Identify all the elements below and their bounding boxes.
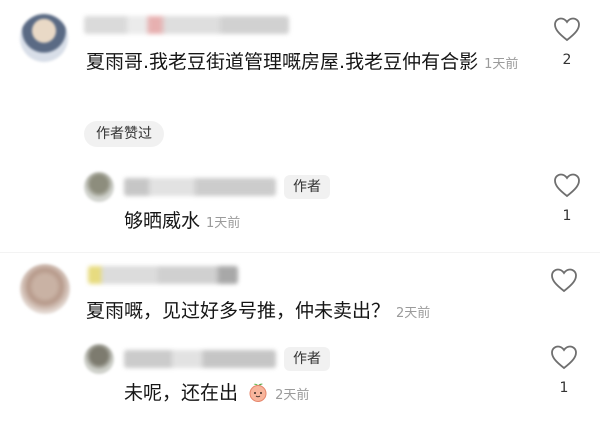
like-count: 1 <box>559 380 569 396</box>
heart-icon <box>551 345 577 370</box>
reply-body: 未呢，还在出 <box>124 382 239 404</box>
like-count: 2 <box>562 52 572 68</box>
comment-text: 夏雨哥.我老豆街道管理嘅房屋.我老豆仲有合影 1天前 <box>86 47 526 80</box>
reply-text: 未呢，还在出 2天前 <box>124 378 309 412</box>
avatar[interactable] <box>20 264 70 314</box>
like-button[interactable]: 2 <box>547 16 587 68</box>
reply-time: 1天前 <box>206 216 241 231</box>
comment-text: 夏雨嘅，见过好多号推，仲未卖出？ 2天前 <box>86 296 526 329</box>
heart-icon <box>554 173 580 198</box>
comment-body: 夏雨嘅，见过好多号推，仲未卖出？ <box>86 300 391 322</box>
author-badge: 作者 <box>284 175 330 199</box>
heart-icon <box>554 17 580 42</box>
username-blurred[interactable] <box>124 178 276 196</box>
avatar[interactable] <box>20 14 68 62</box>
author-liked-tag: 作者赞过 <box>84 121 164 147</box>
heart-icon <box>551 268 577 293</box>
reply-text: 够晒威水 1天前 <box>124 206 240 239</box>
peach-emoji-icon <box>247 381 269 412</box>
avatar[interactable] <box>84 172 114 202</box>
reply-time: 2天前 <box>275 388 310 403</box>
comment-body: 夏雨哥.我老豆街道管理嘅房屋.我老豆仲有合影 <box>86 51 479 73</box>
like-count: 1 <box>562 208 572 224</box>
username-blurred[interactable] <box>84 16 289 34</box>
divider <box>0 252 600 253</box>
author-badge: 作者 <box>284 347 330 371</box>
like-button[interactable] <box>544 267 584 303</box>
like-button[interactable]: 1 <box>547 172 587 224</box>
comment-time: 2天前 <box>396 306 431 321</box>
username-blurred[interactable] <box>88 266 238 284</box>
comment-section: 夏雨哥.我老豆街道管理嘅房屋.我老豆仲有合影 1天前 作者赞过 2 作者 够晒威水… <box>0 0 600 424</box>
like-button[interactable]: 1 <box>544 344 584 396</box>
username-blurred[interactable] <box>124 350 276 368</box>
avatar[interactable] <box>84 344 114 374</box>
comment-time: 1天前 <box>484 57 519 72</box>
reply-body: 够晒威水 <box>124 210 201 232</box>
